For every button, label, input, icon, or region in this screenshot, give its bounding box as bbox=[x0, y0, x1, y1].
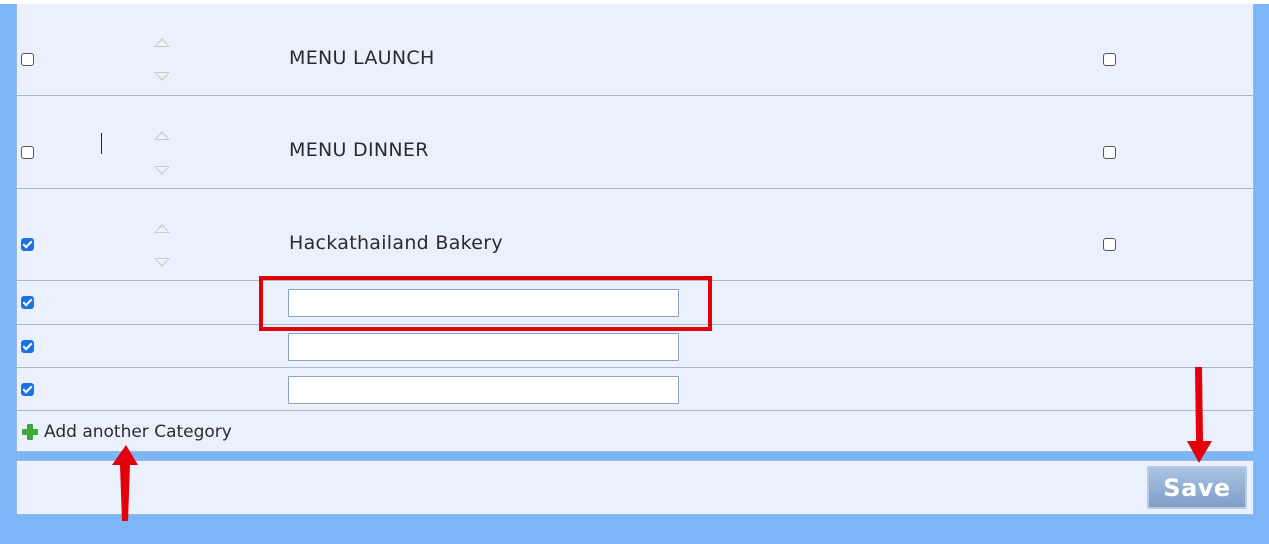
category-flag-checkbox[interactable] bbox=[1103, 238, 1116, 251]
category-select-checkbox[interactable] bbox=[21, 238, 34, 251]
category-name: MENU DINNER bbox=[289, 139, 429, 161]
move-down-icon[interactable] bbox=[154, 258, 170, 267]
category-row: MENU DINNER bbox=[17, 96, 1253, 189]
category-flag-checkbox[interactable] bbox=[1103, 146, 1116, 159]
new-category-name-input[interactable] bbox=[288, 333, 679, 361]
new-category-name-input[interactable] bbox=[288, 376, 679, 404]
category-select-checkbox[interactable] bbox=[21, 53, 34, 66]
move-down-icon[interactable] bbox=[154, 72, 170, 81]
text-cursor bbox=[101, 133, 102, 154]
footer-bar: Save bbox=[16, 460, 1254, 515]
category-name: Hackathailand Bakery bbox=[289, 232, 503, 254]
new-category-checkbox[interactable] bbox=[21, 296, 34, 309]
category-row: Hackathailand Bakery bbox=[17, 189, 1253, 281]
plus-icon bbox=[22, 424, 38, 440]
new-category-checkbox[interactable] bbox=[21, 340, 34, 353]
new-category-row bbox=[17, 325, 1253, 368]
arrow-to-add-link-icon bbox=[112, 445, 138, 521]
move-down-icon[interactable] bbox=[154, 166, 170, 175]
new-category-row bbox=[17, 368, 1253, 411]
category-flag-checkbox[interactable] bbox=[1103, 53, 1116, 66]
arrow-to-save-icon bbox=[1187, 367, 1212, 463]
category-select-checkbox[interactable] bbox=[21, 146, 34, 159]
category-panel: MENU LAUNCH MENU DINNER Hackathailand Ba… bbox=[16, 4, 1254, 452]
category-name: MENU LAUNCH bbox=[289, 47, 435, 69]
new-category-checkbox[interactable] bbox=[21, 383, 34, 396]
highlight-box bbox=[259, 276, 712, 331]
move-up-icon[interactable] bbox=[154, 224, 170, 233]
save-button[interactable]: Save bbox=[1147, 466, 1247, 509]
move-up-icon[interactable] bbox=[154, 131, 170, 140]
category-row: MENU LAUNCH bbox=[17, 4, 1253, 96]
move-up-icon[interactable] bbox=[154, 38, 170, 47]
add-category-link[interactable]: Add another Category bbox=[22, 422, 232, 442]
add-category-label: Add another Category bbox=[44, 422, 232, 442]
